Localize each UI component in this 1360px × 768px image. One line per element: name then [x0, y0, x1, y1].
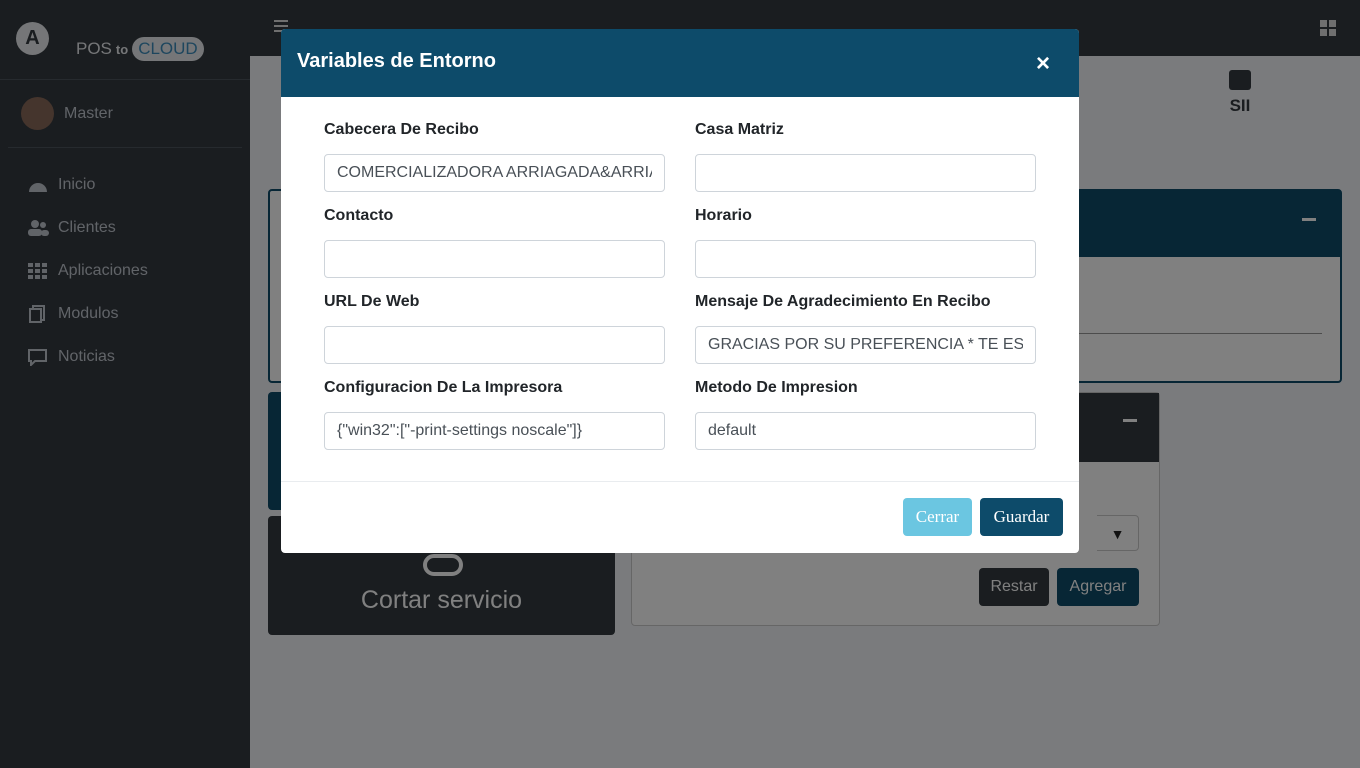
field-casa-matriz: Casa Matriz — [695, 121, 1036, 192]
box-icon — [1229, 70, 1251, 90]
brand-to: to — [115, 42, 129, 57]
field-config-impresora: Configuracion De La Impresora — [324, 379, 665, 450]
card-header — [1078, 191, 1340, 257]
field-label: Contacto — [324, 207, 394, 224]
brand-text: POS to CLOUD — [76, 37, 204, 61]
env-vars-modal: Variables de Entorno × Cabecera De Recib… — [281, 29, 1079, 553]
users-icon — [27, 219, 49, 237]
field-label: URL De Web — [324, 293, 420, 310]
sidebar-item-modulos[interactable]: Modulos — [0, 292, 250, 335]
modal-body: Cabecera De Recibo Casa Matriz Contacto … — [281, 97, 1079, 482]
url-web-input[interactable] — [324, 326, 665, 364]
field-horario: Horario — [695, 207, 1036, 278]
cabecera-input[interactable] — [324, 154, 665, 192]
cortar-servicio-label: Cortar servicio — [360, 586, 523, 614]
horario-input[interactable] — [695, 240, 1036, 278]
apps-grid-icon[interactable] — [1320, 20, 1336, 36]
field-label: Metodo De Impresion — [695, 379, 858, 396]
sidebar-item-noticias[interactable]: Noticias — [0, 335, 250, 378]
field-label: Casa Matriz — [695, 121, 784, 138]
field-label: Configuracion De La Impresora — [324, 379, 563, 396]
field-cabecera: Cabecera De Recibo — [324, 121, 665, 192]
scissors-icon — [423, 554, 463, 576]
metodo-impresion-input[interactable] — [695, 412, 1036, 450]
field-contacto: Contacto — [324, 207, 665, 278]
field-label: Horario — [695, 207, 752, 224]
guardar-button[interactable]: Guardar — [980, 498, 1063, 536]
collapse-icon[interactable] — [1123, 419, 1137, 422]
sidebar-item-inicio[interactable]: Inicio — [0, 163, 250, 206]
comment-icon — [27, 348, 49, 367]
collapse-icon[interactable] — [1302, 218, 1316, 221]
cerrar-button[interactable]: Cerrar — [903, 498, 972, 536]
sidebar-item-label: Noticias — [58, 347, 115, 365]
brand-pos: POS — [76, 39, 112, 58]
divider — [1078, 333, 1322, 334]
sidebar-nav: Inicio Clientes Aplicaciones Modulos Not… — [0, 163, 250, 378]
sidebar-item-clientes[interactable]: Clientes — [0, 206, 250, 249]
avatar — [21, 97, 54, 130]
casa-matriz-input[interactable] — [695, 154, 1036, 192]
config-impresora-input[interactable] — [324, 412, 665, 450]
grid-icon — [27, 262, 49, 280]
sidebar-item-label: Clientes — [58, 218, 116, 236]
sidebar-item-label: Modulos — [58, 304, 119, 322]
copy-icon — [27, 304, 49, 323]
field-label: Mensaje De Agradecimiento En Recibo — [695, 293, 991, 310]
sidebar-item-aplicaciones[interactable]: Aplicaciones — [0, 249, 250, 292]
brand[interactable]: A POS to CLOUD — [0, 0, 250, 80]
close-icon[interactable]: × — [1036, 52, 1050, 76]
restar-button[interactable]: Restar — [979, 568, 1049, 606]
brand-logo-icon: A — [16, 22, 49, 55]
field-label: Cabecera De Recibo — [324, 121, 479, 138]
dashboard-icon — [27, 176, 49, 194]
user-panel[interactable]: Master — [8, 80, 242, 148]
contacto-input[interactable] — [324, 240, 665, 278]
agregar-button[interactable]: Agregar — [1057, 568, 1139, 606]
mensaje-input[interactable] — [695, 326, 1036, 364]
sii-label: SII — [1229, 96, 1251, 115]
brand-cloud: CLOUD — [132, 37, 204, 61]
modal-title: Variables de Entorno — [297, 50, 496, 72]
field-metodo-impresion: Metodo De Impresion — [695, 379, 1036, 450]
modal-footer: Cerrar Guardar — [281, 482, 1079, 553]
select-arrow[interactable]: ▼ — [1097, 515, 1139, 551]
field-mensaje: Mensaje De Agradecimiento En Recibo — [695, 293, 1036, 364]
sii-shortcut[interactable]: SII — [1180, 66, 1300, 126]
sidebar-item-label: Inicio — [58, 175, 96, 193]
modal-header: Variables de Entorno × — [281, 29, 1079, 97]
sidebar-item-label: Aplicaciones — [58, 261, 148, 279]
card-header — [1079, 393, 1159, 462]
field-url-web: URL De Web — [324, 293, 665, 364]
user-name: Master — [64, 105, 113, 122]
sidebar: A POS to CLOUD Master Inicio Clientes Apli… — [0, 0, 250, 768]
